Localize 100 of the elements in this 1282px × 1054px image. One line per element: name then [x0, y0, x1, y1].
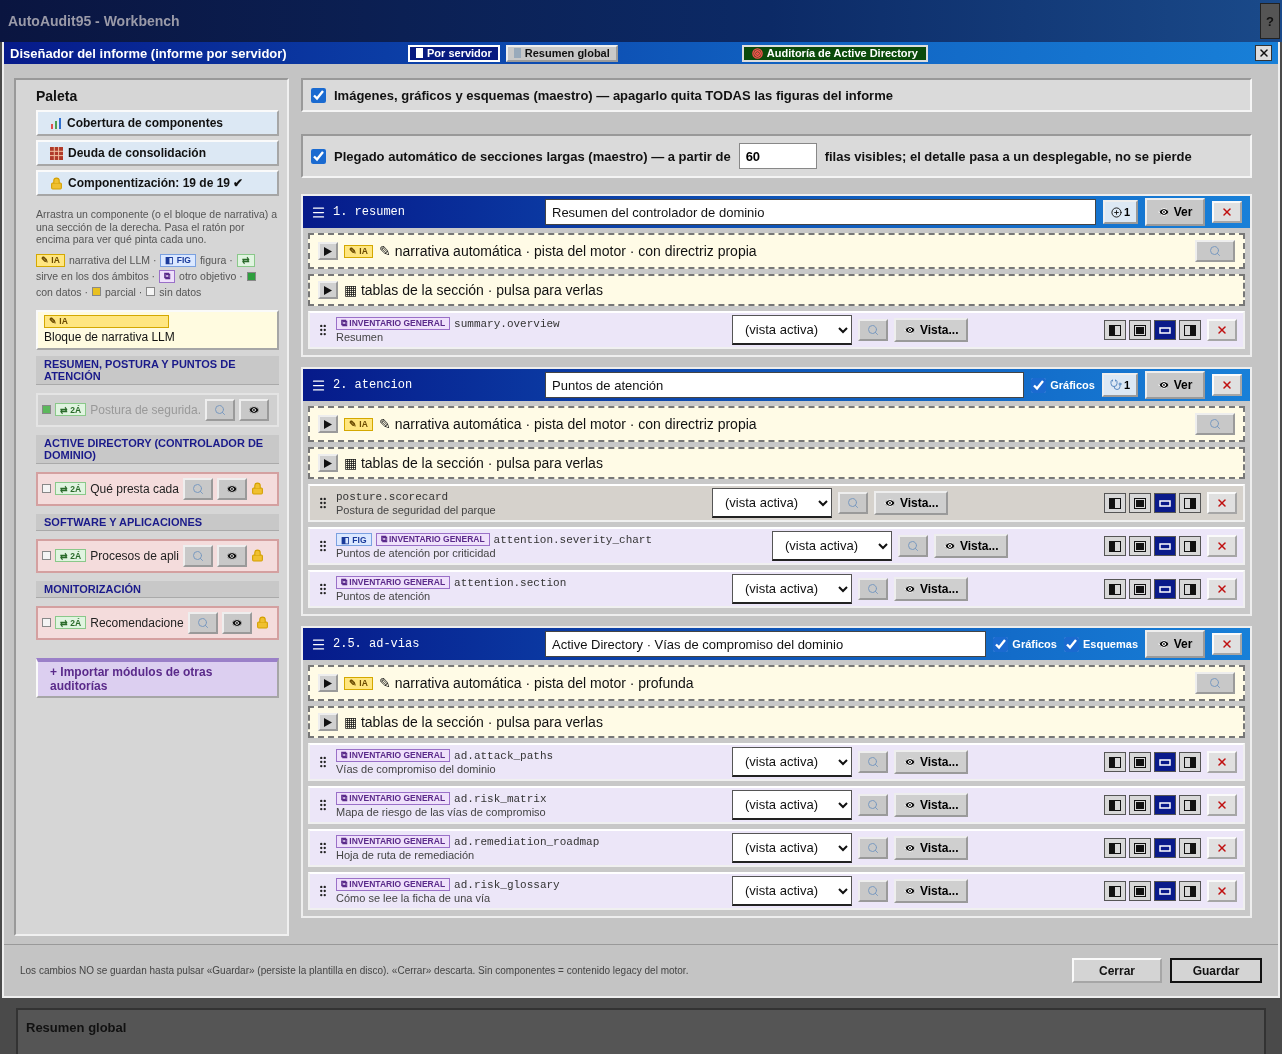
section-title-field[interactable]: Puntos de atención: [545, 372, 1025, 398]
remove-button[interactable]: [1207, 837, 1237, 859]
component-row[interactable]: ⧉ INVENTARIO GENERAL ad.risk_matrix Mapa de riesgo de las vías de compromiso (vista activa) Vista...: [308, 786, 1245, 824]
vista-button[interactable]: Vista...: [894, 750, 969, 774]
remove-button[interactable]: [1207, 492, 1237, 514]
view-select[interactable]: (vista activa): [712, 488, 832, 518]
import-button[interactable]: + Importar módulos de otras auditorías: [36, 657, 279, 698]
expand-button[interactable]: [318, 713, 338, 731]
layout-button[interactable]: [1179, 838, 1201, 858]
expand-button[interactable]: [318, 281, 338, 299]
vista-button[interactable]: Vista...: [894, 879, 969, 903]
layout-button[interactable]: [1154, 493, 1176, 513]
counter-button[interactable]: 1: [1101, 373, 1138, 397]
expand-button[interactable]: [318, 454, 338, 472]
layout-button[interactable]: [1154, 320, 1176, 340]
view-button[interactable]: Ver: [1145, 371, 1205, 399]
component-row[interactable]: ◧ FIG ⧉ INVENTARIO GENERAL attention.severity_chart Puntos de atención por criticidad (vista activa) Vista...: [308, 527, 1245, 565]
toggle-checkbox[interactable]: [993, 636, 1009, 652]
audit-button[interactable]: Auditoría de Active Directory: [741, 44, 928, 62]
remove-button[interactable]: [1207, 319, 1237, 341]
component-row[interactable]: ⧉ INVENTARIO GENERAL summary.overview Resumen (vista activa) Vista...: [308, 311, 1245, 349]
preview-button[interactable]: [216, 477, 247, 500]
toggle-label[interactable]: Gráficos: [993, 636, 1057, 652]
component-row[interactable]: ⧉ INVENTARIO GENERAL ad.risk_glossary Cómo se lee la ficha de una vía (vista activa) Vista...: [308, 872, 1245, 910]
expand-button[interactable]: [318, 674, 338, 692]
vista-button[interactable]: Vista...: [934, 534, 1009, 558]
menu-icon[interactable]: [311, 636, 326, 652]
preview-button[interactable]: [221, 611, 252, 634]
remove-button[interactable]: [1212, 633, 1242, 655]
expand-button[interactable]: [318, 415, 338, 433]
component-row[interactable]: posture.scorecard Postura de seguridad del parque (vista activa) Vista...: [308, 484, 1245, 522]
scope-tab[interactable]: Por servidor: [408, 44, 500, 62]
view-select[interactable]: (vista activa): [732, 833, 852, 863]
layout-button[interactable]: [1104, 795, 1126, 815]
layout-button[interactable]: [1104, 493, 1126, 513]
view-select[interactable]: (vista activa): [732, 574, 852, 604]
footer-button[interactable]: Cerrar: [1072, 958, 1162, 983]
view-select[interactable]: (vista activa): [732, 315, 852, 345]
palette-button[interactable]: Cobertura de componentes: [36, 110, 279, 136]
view-button[interactable]: Ver: [1145, 198, 1205, 226]
remove-button[interactable]: [1207, 794, 1237, 816]
layout-button[interactable]: [1154, 752, 1176, 772]
layout-button[interactable]: [1129, 320, 1151, 340]
vista-button[interactable]: Vista...: [894, 318, 969, 342]
master-checkbox[interactable]: [311, 87, 326, 103]
layout-button[interactable]: [1154, 838, 1176, 858]
component-row[interactable]: ⧉ INVENTARIO GENERAL attention.section Puntos de atención (vista activa) Vista...: [308, 570, 1245, 608]
footer-button[interactable]: Guardar: [1170, 958, 1262, 983]
view-button[interactable]: Ver: [1145, 630, 1205, 658]
layout-button[interactable]: [1104, 752, 1126, 772]
narrative-block[interactable]: ✎ IA Bloque de narrativa LLM: [36, 309, 279, 350]
vista-button[interactable]: Vista...: [894, 793, 969, 817]
section-title-field[interactable]: Active Directory · Vías de compromiso del dominio: [545, 631, 987, 657]
menu-icon[interactable]: [311, 377, 326, 393]
view-select[interactable]: (vista activa): [732, 876, 852, 906]
layout-button[interactable]: [1104, 881, 1126, 901]
layout-button[interactable]: [1129, 881, 1151, 901]
layout-button[interactable]: [1104, 838, 1126, 858]
toggle-label[interactable]: Esquemas: [1063, 636, 1138, 652]
vista-button[interactable]: Vista...: [874, 491, 949, 515]
expand-button[interactable]: [318, 242, 338, 260]
layout-button[interactable]: [1179, 881, 1201, 901]
layout-button[interactable]: [1179, 320, 1201, 340]
close-button[interactable]: [1255, 45, 1272, 61]
layout-button[interactable]: [1179, 579, 1201, 599]
layout-button[interactable]: [1154, 881, 1176, 901]
section-title-field[interactable]: Resumen del controlador de dominio: [545, 199, 1096, 225]
layout-button[interactable]: [1129, 795, 1151, 815]
remove-button[interactable]: [1207, 535, 1237, 557]
palette-item[interactable]: ⇄ 2Á Recomendacione: [36, 605, 279, 640]
layout-button[interactable]: [1104, 579, 1126, 599]
layout-button[interactable]: [1179, 752, 1201, 772]
layout-button[interactable]: [1179, 493, 1201, 513]
layout-button[interactable]: [1104, 536, 1126, 556]
layout-button[interactable]: [1129, 838, 1151, 858]
toggle-checkbox[interactable]: [1031, 377, 1047, 393]
toggle-label[interactable]: Gráficos: [1031, 377, 1095, 393]
layout-button[interactable]: [1154, 795, 1176, 815]
vista-button[interactable]: Vista...: [894, 577, 969, 601]
layout-button[interactable]: [1179, 795, 1201, 815]
component-row[interactable]: ⧉ INVENTARIO GENERAL ad.attack_paths Vías de compromiso del dominio (vista activa) Vista...: [308, 743, 1245, 781]
toggle-checkbox[interactable]: [1063, 636, 1079, 652]
layout-button[interactable]: [1129, 493, 1151, 513]
remove-button[interactable]: [1207, 578, 1237, 600]
vista-button[interactable]: Vista...: [894, 836, 969, 860]
master-checkbox[interactable]: [311, 148, 326, 164]
component-row[interactable]: ⧉ INVENTARIO GENERAL ad.remediation_roadmap Hoja de ruta de remediación (vista activa) Vista...: [308, 829, 1245, 867]
palette-button[interactable]: Componentización: 19 de 19 ✔: [36, 170, 279, 196]
remove-button[interactable]: [1207, 751, 1237, 773]
layout-button[interactable]: [1154, 536, 1176, 556]
layout-button[interactable]: [1129, 536, 1151, 556]
layout-button[interactable]: [1104, 320, 1126, 340]
view-select[interactable]: (vista activa): [732, 747, 852, 777]
menu-icon[interactable]: [311, 204, 326, 220]
layout-button[interactable]: [1129, 579, 1151, 599]
counter-button[interactable]: 1: [1102, 200, 1138, 224]
preview-button[interactable]: [216, 544, 247, 567]
rows-field[interactable]: 60: [738, 143, 817, 169]
scope-tab[interactable]: Resumen global: [505, 44, 618, 62]
layout-button[interactable]: [1179, 536, 1201, 556]
